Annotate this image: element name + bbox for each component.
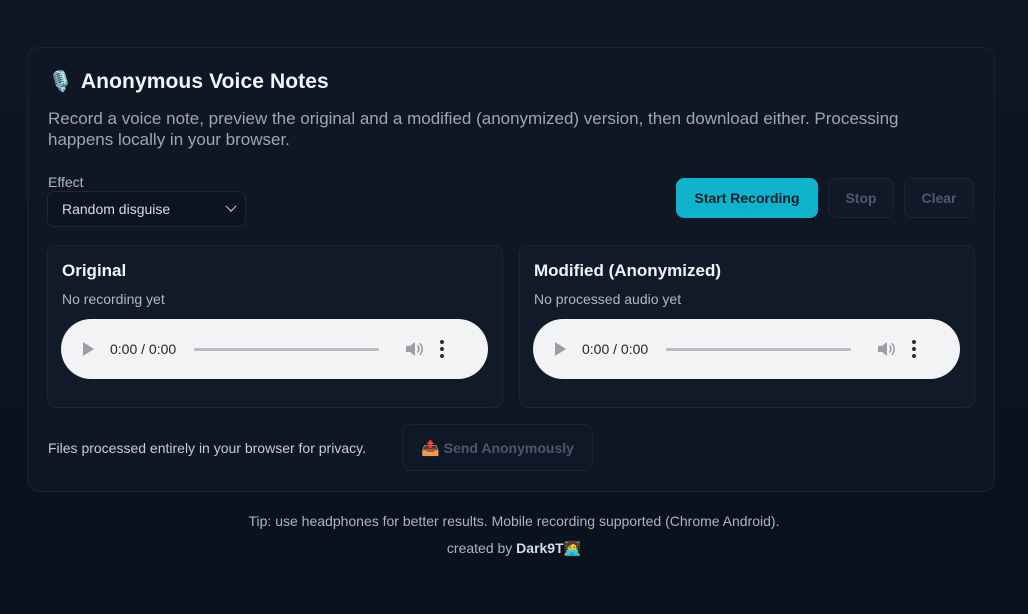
clear-button[interactable]: Clear [904,178,974,218]
main-card: 🎙️ Anonymous Voice Notes Record a voice … [27,47,995,492]
original-panel: Original No recording yet 0:00 / 0:00 [47,245,503,408]
audio-time: 0:00 / 0:00 [110,341,177,357]
start-recording-button[interactable]: Start Recording [676,178,818,218]
tip-text: Tip: use headphones for better results. … [248,513,780,529]
credit-line: created by Dark9T🧑‍💻 [0,540,1028,557]
play-icon[interactable] [83,342,94,356]
more-options-icon[interactable] [440,340,445,358]
page-description: Record a voice note, preview the origina… [48,109,899,149]
seek-bar[interactable] [666,347,852,351]
author-name: Dark9T [516,540,564,556]
effect-select[interactable]: Random disguise [47,191,246,227]
title-row: 🎙️ Anonymous Voice Notes [48,70,329,94]
send-anonymously-button[interactable]: 📤 Send Anonymously [402,424,593,471]
send-button-label: Send Anonymously [443,439,574,456]
panel-title: Original [62,261,127,280]
panel-status: No recording yet [62,291,165,307]
volume-icon[interactable] [877,341,896,357]
audio-player-modified[interactable]: 0:00 / 0:00 [533,319,960,379]
effect-selected-value: Random disguise [62,201,171,217]
effect-label: Effect [48,174,84,190]
stop-button[interactable]: Stop [828,178,894,218]
seek-bar[interactable] [194,347,380,351]
credit-prefix: created by [446,540,513,556]
privacy-note: Files processed entirely in your browser… [48,440,366,456]
volume-icon[interactable] [405,341,424,357]
play-icon[interactable] [555,342,566,356]
panel-status: No processed audio yet [534,291,682,307]
page-title: Anonymous Voice Notes [80,70,329,93]
panel-title: Modified (Anonymized) [534,261,721,280]
audio-player-original[interactable]: 0:00 / 0:00 [61,319,488,379]
microphone-icon: 🎙️ [48,71,73,93]
chevron-down-icon [225,200,237,212]
hacker-emoji-icon: 🧑‍💻 [563,540,582,556]
outbox-tray-icon: 📤 [421,439,440,457]
modified-panel: Modified (Anonymized) No processed audio… [519,245,975,408]
more-options-icon[interactable] [912,340,917,358]
audio-time: 0:00 / 0:00 [582,341,649,357]
